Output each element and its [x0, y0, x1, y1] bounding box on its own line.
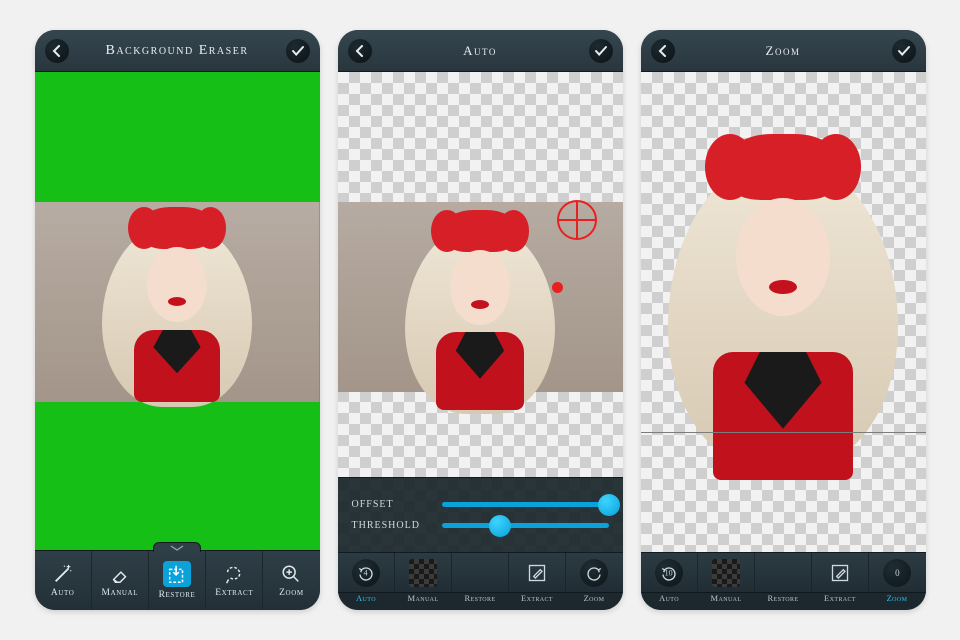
mini-tool-labels: Auto Manual Restore Extract Zoom [338, 592, 623, 610]
edit-button[interactable] [509, 553, 566, 592]
screen-title: Background Eraser [69, 43, 286, 59]
mini-tool-extract[interactable]: Extract [509, 593, 566, 610]
subject-face [736, 198, 830, 316]
offset-slider[interactable]: OFFSET [352, 499, 609, 510]
slider-thumb[interactable] [598, 494, 620, 516]
image-canvas[interactable] [35, 72, 320, 550]
subject-lips [168, 297, 186, 306]
tool-label: Extract [215, 588, 253, 598]
screen-title: Zoom [675, 43, 892, 59]
chevron-left-icon [51, 45, 63, 57]
top-bar: Background Eraser [35, 30, 320, 72]
screen-background-eraser: Background Eraser Auto Manual [35, 30, 320, 610]
subject-dress [134, 330, 220, 402]
threshold-slider[interactable]: THRESHOLD [352, 520, 609, 531]
chevron-down-icon [170, 545, 184, 551]
magnifier-plus-icon [280, 563, 302, 585]
subject-dress [436, 332, 524, 410]
collapse-handle[interactable] [153, 542, 201, 552]
top-bar: Zoom [641, 30, 926, 72]
lasso-icon [223, 563, 245, 585]
subject-face [450, 250, 510, 325]
subject-headband [142, 207, 212, 249]
undo-button[interactable]: 10 [641, 553, 698, 592]
subject-dress [713, 352, 853, 480]
touch-point-icon [552, 282, 563, 293]
back-button[interactable] [348, 39, 372, 63]
tool-label: Manual [102, 588, 139, 598]
spacer [452, 553, 509, 592]
back-button[interactable] [45, 39, 69, 63]
image-edge-line [641, 432, 926, 433]
transparency-swatch-icon [409, 559, 437, 587]
crosshair-cursor-icon [557, 200, 597, 240]
screen-title: Auto [372, 43, 589, 59]
mini-tool-zoom[interactable]: Zoom [869, 593, 926, 610]
tool-bar: Auto Manual Restore Extract Zoom [35, 550, 320, 610]
top-bar: Auto [338, 30, 623, 72]
mini-tool-extract[interactable]: Extract [812, 593, 869, 610]
transparency-swatch-icon [712, 559, 740, 587]
tool-zoom[interactable]: Zoom [263, 551, 319, 610]
mini-tool-labels: Auto Manual Restore Extract Zoom [641, 592, 926, 610]
chevron-left-icon [657, 45, 669, 57]
image-canvas[interactable] [641, 72, 926, 552]
slider-track[interactable] [442, 523, 609, 528]
eraser-icon [109, 563, 131, 585]
screen-zoom: Zoom 10 0 Auto Manual Resto [641, 30, 926, 610]
tool-label: Zoom [279, 588, 304, 598]
mini-tool-zoom[interactable]: Zoom [566, 593, 623, 610]
screen-auto: Auto OFFSET THRESHOLD [338, 30, 623, 610]
chevron-left-icon [354, 45, 366, 57]
mini-tool-manual[interactable]: Manual [395, 593, 452, 610]
background-preview-button[interactable] [698, 553, 755, 592]
mini-tool-auto[interactable]: Auto [338, 593, 395, 610]
brush-size-button[interactable]: 0 [869, 553, 925, 592]
restore-icon [163, 561, 191, 587]
tool-extract[interactable]: Extract [206, 551, 263, 610]
confirm-button[interactable] [286, 39, 310, 63]
slider-track[interactable] [442, 502, 609, 507]
mini-tool-restore[interactable]: Restore [755, 593, 812, 610]
edit-button[interactable] [812, 553, 869, 592]
tool-auto[interactable]: Auto [35, 551, 92, 610]
action-bar: 4 [338, 552, 623, 592]
action-bar: 10 0 [641, 552, 926, 592]
edit-icon [527, 563, 547, 583]
slider-label: OFFSET [352, 499, 432, 510]
slider-thumb[interactable] [489, 515, 511, 537]
check-icon [291, 45, 305, 57]
mini-tool-manual[interactable]: Manual [698, 593, 755, 610]
brush-size-value: 0 [883, 559, 911, 587]
subject-headband [445, 210, 515, 252]
back-button[interactable] [651, 39, 675, 63]
confirm-button[interactable] [892, 39, 916, 63]
tool-manual[interactable]: Manual [92, 551, 149, 610]
tool-restore[interactable]: Restore [149, 551, 206, 610]
redo-button[interactable] [566, 553, 622, 592]
slider-label: THRESHOLD [352, 520, 432, 531]
magic-wand-icon [52, 563, 74, 585]
image-canvas[interactable]: OFFSET THRESHOLD [338, 72, 623, 552]
auto-sliders-panel: OFFSET THRESHOLD [338, 477, 623, 552]
mini-tool-restore[interactable]: Restore [452, 593, 509, 610]
mini-tool-auto[interactable]: Auto [641, 593, 698, 610]
subject-headband [727, 134, 839, 200]
subject-lips [769, 280, 797, 294]
redo-icon [585, 564, 603, 582]
undo-count: 4 [364, 568, 368, 577]
confirm-button[interactable] [589, 39, 613, 63]
undo-button[interactable]: 4 [338, 553, 395, 592]
background-preview-button[interactable] [395, 553, 452, 592]
subject-face [147, 247, 207, 322]
spacer [755, 553, 812, 592]
tool-label: Restore [159, 590, 196, 600]
tool-label: Auto [51, 588, 75, 598]
undo-count: 10 [665, 568, 673, 577]
subject-lips [471, 300, 489, 309]
check-icon [594, 45, 608, 57]
edit-icon [830, 563, 850, 583]
check-icon [897, 45, 911, 57]
